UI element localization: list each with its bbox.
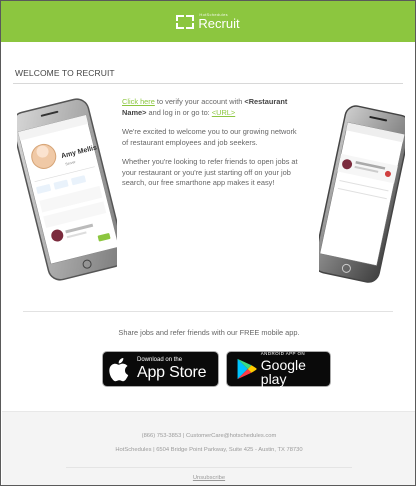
logo-name: Recruit — [198, 16, 240, 31]
email-frame: HotSchedules Recruit WELCOME TO RECRUIT … — [0, 0, 416, 486]
left-phone-illustration: Amy Mellis Server — [17, 98, 117, 281]
app-store-label: App Store — [137, 364, 207, 381]
section-divider — [23, 311, 393, 312]
google-play-label: Google play — [260, 357, 306, 388]
app-store-button[interactable]: Download on the App Store — [102, 351, 219, 387]
google-play-button[interactable]: ANDROID APP ON Google play — [226, 351, 331, 387]
share-text: Share jobs and refer friends with our FR… — [118, 328, 300, 337]
right-phone-illustration — [319, 105, 405, 283]
url-link[interactable]: <URL> — [212, 108, 235, 117]
app-store-small-label: Download on the — [137, 357, 183, 363]
recruit-logo-icon — [176, 14, 195, 29]
header-bar: HotSchedules Recruit — [1, 1, 415, 42]
apple-icon — [109, 358, 129, 382]
welcome-title: WELCOME TO RECRUIT — [15, 68, 115, 78]
logo-brand-small: HotSchedules — [199, 12, 228, 17]
welcome-paragraph: We're excited to welcome you to our grow… — [122, 127, 297, 147]
title-divider — [13, 83, 403, 84]
footer-divider — [66, 467, 352, 468]
click-here-link[interactable]: Click here — [122, 97, 155, 106]
intro-text: Click here to verify your account with <… — [122, 97, 304, 198]
google-play-small-label: ANDROID APP ON — [260, 350, 306, 356]
footer-address: HotSchedules | 6504 Bridge Point Parkway… — [115, 447, 303, 453]
verify-paragraph: Click here to verify your account with <… — [122, 97, 288, 117]
footer-contact: (866) 753-3853 | CustomerCare@hotschedul… — [141, 433, 277, 439]
recruit-logo: HotSchedules Recruit — [176, 12, 240, 31]
footer: (866) 753-3853 | CustomerCare@hotschedul… — [2, 411, 415, 485]
google-play-icon — [237, 358, 257, 380]
refer-paragraph: Whether you're looking to refer friends … — [122, 157, 298, 187]
unsubscribe-link[interactable]: Unsubscribe — [2, 475, 415, 481]
